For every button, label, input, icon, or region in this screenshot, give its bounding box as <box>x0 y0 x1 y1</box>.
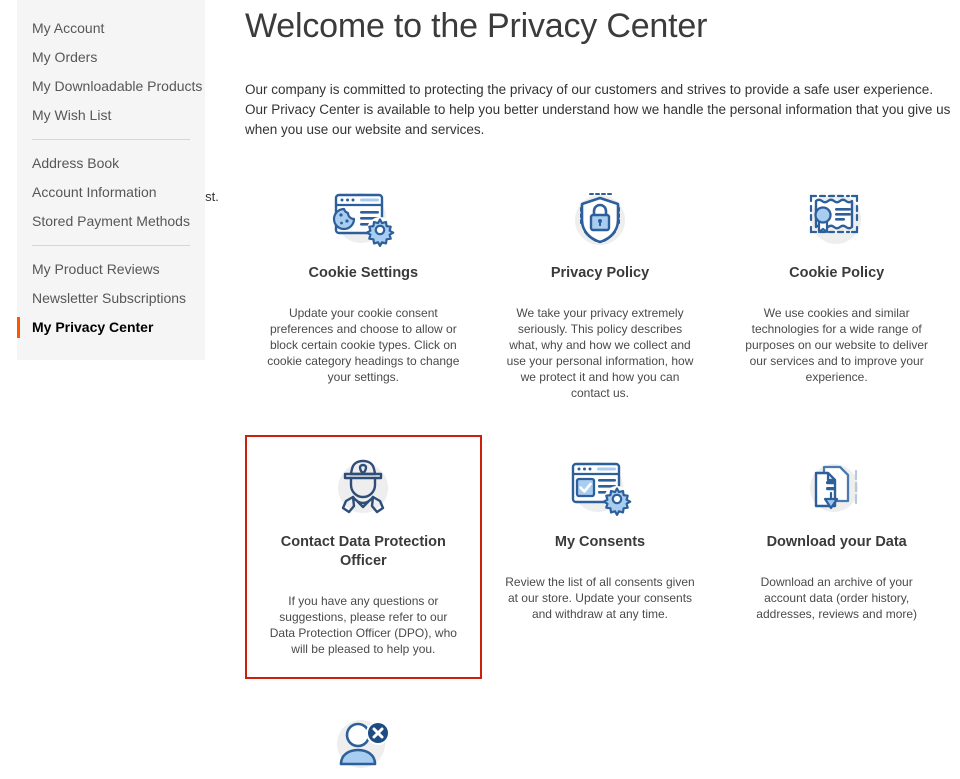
sidebar-item-my-wish-list[interactable]: My Wish List <box>17 101 205 130</box>
card-description: We use cookies and similar technologies … <box>745 306 929 384</box>
sidebar-item-account-information[interactable]: Account Information <box>17 178 205 207</box>
nav-group-3: My Product Reviews Newsletter Subscripti… <box>17 255 205 342</box>
nav-group-1: My Account My Orders My Downloadable Pro… <box>17 14 205 130</box>
sidebar-item-stored-payment-methods[interactable]: Stored Payment Methods <box>17 207 205 236</box>
user-delete-icon <box>263 707 464 779</box>
cookie-settings-icon <box>263 182 464 256</box>
card-contact-dpo[interactable]: Contact Data Protection Officer If you h… <box>245 435 482 679</box>
main-content: Welcome to the Privacy Center Our compan… <box>240 0 960 779</box>
intro-paragraph: Our company is committed to protecting t… <box>245 82 951 137</box>
sidebar-item-address-book[interactable]: Address Book <box>17 149 205 178</box>
card-title: Privacy Policy <box>550 265 650 281</box>
police-officer-icon <box>263 451 464 525</box>
card-download-your-data[interactable]: Download your Data Download an archive o… <box>718 435 955 679</box>
sidebar-item-my-orders[interactable]: My Orders <box>17 43 205 72</box>
sidebar-item-my-product-reviews[interactable]: My Product Reviews <box>17 255 205 284</box>
sidebar-item-my-downloadable-products[interactable]: My Downloadable Products <box>17 72 205 101</box>
card-my-consents[interactable]: My Consents Review the list of all conse… <box>482 435 719 679</box>
sidebar-item-my-privacy-center[interactable]: My Privacy Center <box>17 313 205 342</box>
certificate-icon <box>736 182 937 256</box>
account-sidebar: My Account My Orders My Downloadable Pro… <box>0 0 240 779</box>
consents-checkbox-gear-icon <box>500 451 701 525</box>
shield-lock-icon <box>500 182 701 256</box>
card-delete-your-account[interactable]: Delete your Account Deleting your accoun… <box>245 691 482 779</box>
card-description: Review the list of all consents given at… <box>505 575 695 621</box>
sidebar-item-my-account[interactable]: My Account <box>17 14 205 43</box>
card-description: Download an archive of your account data… <box>756 575 918 621</box>
card-title: Contact Data Protection Officer <box>280 534 446 569</box>
privacy-center-page: My Account My Orders My Downloadable Pro… <box>0 0 960 779</box>
nav-divider-2 <box>32 245 190 246</box>
card-title: Download your Data <box>766 534 907 550</box>
card-title: Cookie Settings <box>308 265 419 281</box>
card-privacy-policy[interactable]: Privacy Policy We take your privacy extr… <box>482 166 719 423</box>
card-description: If you have any questions or suggestions… <box>269 594 457 656</box>
account-nav: My Account My Orders My Downloadable Pro… <box>17 0 205 360</box>
card-description: We take your privacy extremely seriously… <box>506 306 694 400</box>
card-title: Cookie Policy <box>789 265 885 281</box>
card-title: My Consents <box>554 534 646 550</box>
card-cookie-settings[interactable]: Cookie Settings Update your cookie conse… <box>245 166 482 423</box>
privacy-cards-grid: Cookie Settings Update your cookie conse… <box>245 166 955 779</box>
card-cookie-policy[interactable]: Cookie Policy We use cookies and similar… <box>718 166 955 423</box>
download-documents-icon <box>736 451 937 525</box>
sidebar-item-newsletter-subscriptions[interactable]: Newsletter Subscriptions <box>17 284 205 313</box>
nav-group-2: Address Book Account Information Stored … <box>17 149 205 236</box>
card-description: Update your cookie consent preferences a… <box>267 306 460 384</box>
page-title: Welcome to the Privacy Center <box>245 7 708 45</box>
nav-divider-1 <box>32 139 190 140</box>
